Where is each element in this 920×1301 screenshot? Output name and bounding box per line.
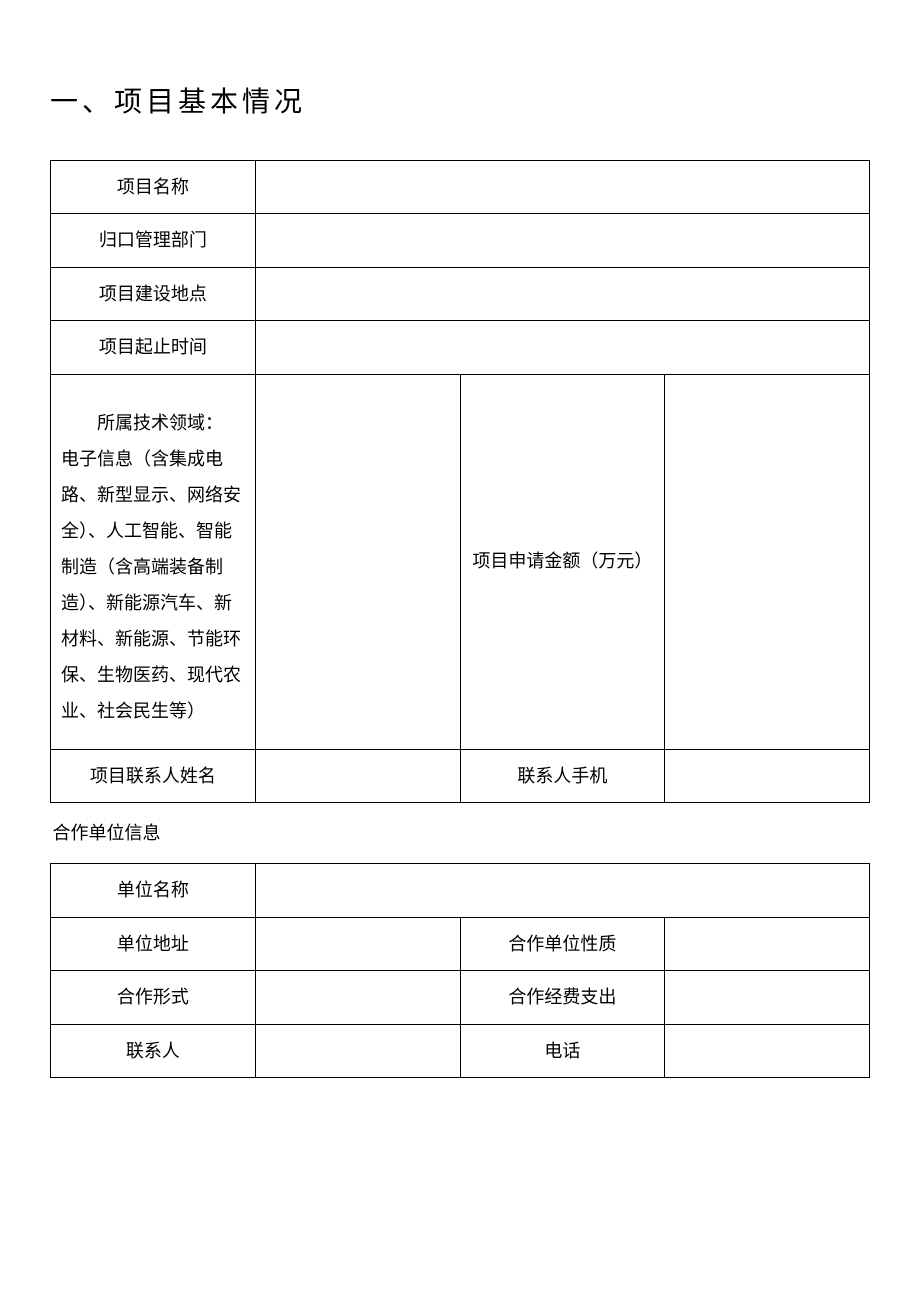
partner-name-label: 单位名称 — [51, 864, 256, 917]
tech-domain-title: 所属技术领域： — [61, 405, 245, 441]
project-name-label: 项目名称 — [51, 161, 256, 214]
partner-name-value[interactable] — [255, 864, 869, 917]
amount-label: 项目申请金额（万元） — [460, 374, 665, 749]
table-row: 所属技术领域： 电子信息（含集成电路、新型显示、网络安全）、人工智能、智能制造（… — [51, 374, 870, 749]
tech-domain-body: 电子信息（含集成电路、新型显示、网络安全）、人工智能、智能制造（含高端装备制造）… — [61, 449, 241, 721]
table-row: 合作形式 合作经费支出 — [51, 971, 870, 1024]
partner-tel-label: 电话 — [460, 1024, 665, 1077]
contact-phone-label: 联系人手机 — [460, 749, 665, 802]
coop-expense-value[interactable] — [665, 971, 870, 1024]
contact-name-value[interactable] — [255, 749, 460, 802]
coop-form-value[interactable] — [255, 971, 460, 1024]
table-row: 单位地址 合作单位性质 — [51, 917, 870, 970]
table-row: 项目起止时间 — [51, 321, 870, 374]
table-row: 联系人 电话 — [51, 1024, 870, 1077]
coop-expense-label: 合作经费支出 — [460, 971, 665, 1024]
partner-section-header: 合作单位信息 — [51, 802, 870, 863]
tech-domain-label: 所属技术领域： 电子信息（含集成电路、新型显示、网络安全）、人工智能、智能制造（… — [51, 374, 256, 749]
project-name-value[interactable] — [255, 161, 869, 214]
contact-phone-value[interactable] — [665, 749, 870, 802]
dept-value[interactable] — [255, 214, 869, 267]
table-row: 项目建设地点 — [51, 267, 870, 320]
tech-domain-value[interactable] — [255, 374, 460, 749]
dept-label: 归口管理部门 — [51, 214, 256, 267]
partner-tel-value[interactable] — [665, 1024, 870, 1077]
duration-label: 项目起止时间 — [51, 321, 256, 374]
partner-contact-label: 联系人 — [51, 1024, 256, 1077]
location-value[interactable] — [255, 267, 869, 320]
partner-addr-value[interactable] — [255, 917, 460, 970]
table-row: 项目名称 — [51, 161, 870, 214]
table-row: 单位名称 — [51, 864, 870, 917]
contact-name-label: 项目联系人姓名 — [51, 749, 256, 802]
location-label: 项目建设地点 — [51, 267, 256, 320]
partner-nature-label: 合作单位性质 — [460, 917, 665, 970]
partner-contact-value[interactable] — [255, 1024, 460, 1077]
table-row: 项目联系人姓名 联系人手机 — [51, 749, 870, 802]
partner-nature-value[interactable] — [665, 917, 870, 970]
amount-value[interactable] — [665, 374, 870, 749]
partner-section-label: 合作单位信息 — [51, 802, 870, 863]
duration-value[interactable] — [255, 321, 869, 374]
page-title: 一、项目基本情况 — [50, 80, 870, 120]
project-info-table: 项目名称 归口管理部门 项目建设地点 项目起止时间 所属技术领域： 电子信息（含… — [50, 160, 870, 1078]
partner-addr-label: 单位地址 — [51, 917, 256, 970]
coop-form-label: 合作形式 — [51, 971, 256, 1024]
table-row: 归口管理部门 — [51, 214, 870, 267]
